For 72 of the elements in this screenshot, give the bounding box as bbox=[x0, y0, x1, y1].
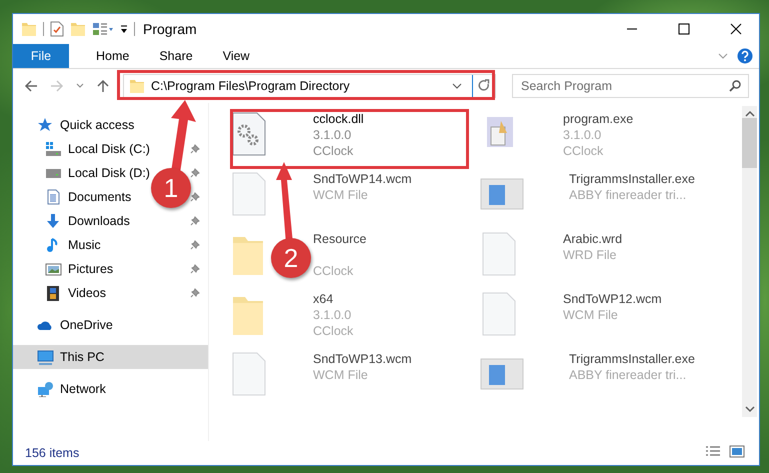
file-detail: CClock bbox=[563, 143, 604, 159]
file-name[interactable]: TrigrammsInstaller.exe bbox=[569, 351, 695, 367]
file-name[interactable]: SndToWP13.wcm bbox=[313, 351, 412, 367]
properties-icon[interactable] bbox=[50, 21, 64, 37]
file-detail: ABBY finereader tri... bbox=[569, 367, 688, 383]
file-detail: WCM File bbox=[563, 307, 619, 323]
sidebar-item[interactable]: Music bbox=[13, 233, 105, 257]
star-icon bbox=[37, 117, 54, 133]
ribbon-tab[interactable]: View bbox=[208, 44, 265, 68]
sidebar-item[interactable]: This PC bbox=[13, 345, 208, 369]
sidebar-item[interactable]: Network bbox=[13, 377, 208, 401]
pin-icon[interactable] bbox=[190, 144, 200, 154]
drive-icon bbox=[45, 141, 62, 157]
file-name[interactable]: Resource bbox=[313, 231, 366, 247]
item-count: 156 items bbox=[25, 444, 80, 462]
file-name[interactable]: TrigrammsInstaller.exe bbox=[569, 171, 695, 187]
pin-icon[interactable] bbox=[190, 168, 200, 178]
address-bar[interactable]: C:\Program Files\Program Directory bbox=[123, 74, 496, 98]
sidebar-item[interactable]: Local Disk (C:) bbox=[13, 137, 154, 161]
file-detail: 3.1.0.0 bbox=[313, 127, 352, 143]
up-icon bbox=[96, 79, 110, 93]
file-detail: WCM File bbox=[313, 187, 369, 203]
file-name[interactable]: program.exe bbox=[563, 111, 634, 127]
file-detail: WCM File bbox=[313, 367, 369, 383]
search-icon[interactable] bbox=[729, 80, 741, 92]
picture-icon bbox=[45, 261, 62, 277]
file-detail: ABBY finereader tri... bbox=[569, 187, 688, 203]
document-icon bbox=[45, 189, 62, 205]
pin-icon[interactable] bbox=[190, 264, 200, 274]
sidebar-item[interactable]: OneDrive bbox=[13, 313, 208, 337]
sidebar-item[interactable]: Quick access bbox=[13, 113, 208, 137]
sidebar-item[interactable]: Downloads bbox=[13, 209, 134, 233]
network-icon bbox=[37, 381, 54, 397]
help-icon[interactable] bbox=[737, 48, 753, 64]
file-detail: WRD File bbox=[563, 247, 618, 263]
back-icon bbox=[24, 79, 38, 93]
ribbon-tab[interactable]: Home bbox=[81, 44, 144, 68]
file-detail: CClock bbox=[313, 263, 354, 279]
computer-icon bbox=[37, 349, 54, 365]
ribbon-tab[interactable]: File bbox=[13, 44, 69, 68]
file-name[interactable]: SndToWP14.wcm bbox=[313, 171, 412, 187]
large-icons-view-icon[interactable] bbox=[729, 445, 745, 459]
file-name[interactable]: SndToWP12.wcm bbox=[563, 291, 662, 307]
file-detail: 3.1.0.0 bbox=[563, 127, 602, 143]
dropdown-icon[interactable] bbox=[452, 82, 462, 90]
file-detail: CClock bbox=[313, 143, 354, 159]
view-options-icon[interactable] bbox=[92, 22, 114, 36]
refresh-icon[interactable] bbox=[478, 79, 490, 93]
pin-icon[interactable] bbox=[190, 240, 200, 250]
scroll-up-icon[interactable] bbox=[744, 110, 754, 118]
sidebar-item[interactable]: Pictures bbox=[13, 257, 118, 281]
file-name[interactable]: Arabic.wrd bbox=[563, 231, 622, 247]
file-name[interactable]: cclock.dll bbox=[313, 111, 364, 127]
window-title: Program bbox=[143, 20, 197, 39]
file-detail: CClock bbox=[313, 323, 354, 339]
sidebar-item[interactable]: Videos bbox=[13, 281, 110, 305]
ribbon-tab[interactable]: Share bbox=[144, 44, 208, 68]
scrollbar-thumb[interactable] bbox=[742, 118, 757, 168]
sidebar-item[interactable]: Local Disk (D:) bbox=[13, 161, 154, 185]
file-name[interactable]: x64 bbox=[313, 291, 354, 307]
sidebar-item[interactable]: Documents bbox=[13, 185, 136, 209]
file-detail: 3.1.0.0 bbox=[313, 307, 352, 323]
download-icon bbox=[45, 213, 62, 229]
search-field[interactable]: Search Program bbox=[512, 74, 749, 98]
pin-icon[interactable] bbox=[190, 216, 200, 226]
pin-icon[interactable] bbox=[190, 288, 200, 298]
forward-icon bbox=[50, 79, 64, 93]
film-icon bbox=[45, 285, 62, 301]
pin-icon[interactable] bbox=[190, 192, 200, 202]
customize-toolbar-icon[interactable] bbox=[120, 24, 128, 34]
scroll-down-icon[interactable] bbox=[744, 405, 754, 413]
folder-icon bbox=[129, 78, 145, 94]
